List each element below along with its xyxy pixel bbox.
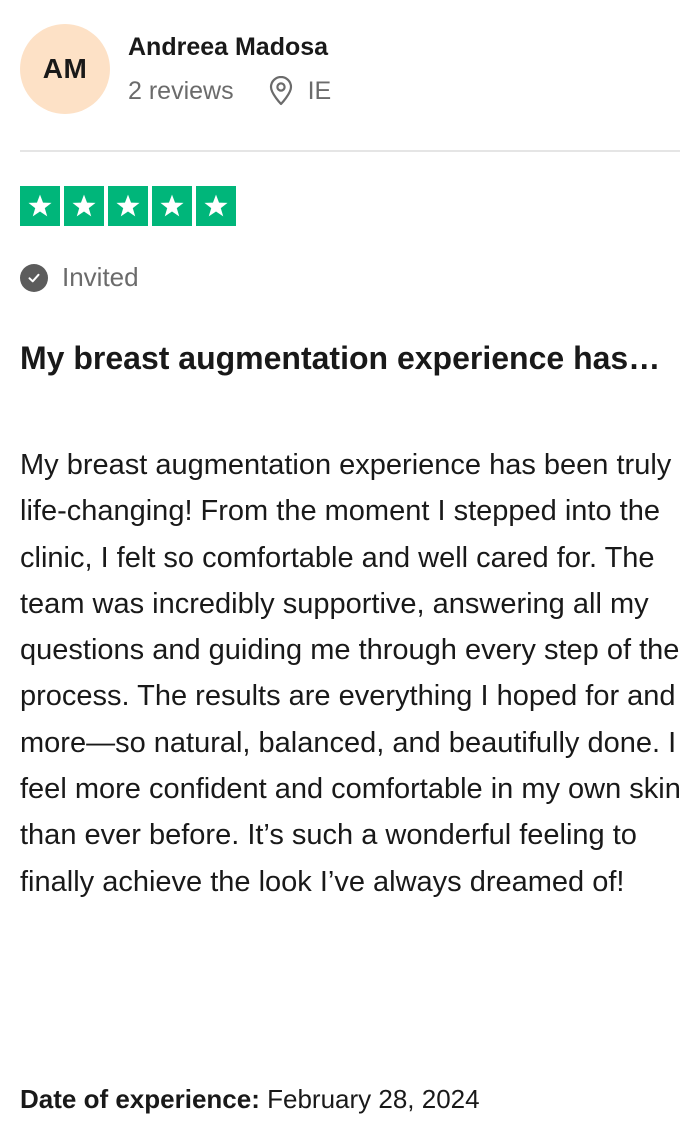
date-of-experience-label: Date of experience: (20, 1084, 260, 1114)
star-icon (108, 186, 148, 226)
star-icon (20, 186, 60, 226)
invited-badge[interactable]: Invited (20, 262, 139, 293)
star-rating (20, 186, 236, 226)
star-icon (64, 186, 104, 226)
date-of-experience-value: February 28, 2024 (267, 1084, 480, 1114)
reviewer-meta: 2 reviews IE (128, 76, 331, 106)
check-circle-icon (20, 263, 48, 292)
reviewer-country: IE (307, 77, 332, 105)
invited-label: Invited (62, 262, 139, 292)
review-count: 2 reviews (128, 77, 234, 105)
date-of-experience: Date of experience: February 28, 2024 (20, 1082, 480, 1116)
reviewer-name[interactable]: Andreea Madosa (128, 32, 331, 62)
star-icon (196, 186, 236, 226)
location-pin-icon (268, 76, 294, 106)
reviewer-info: Andreea Madosa 2 reviews IE (128, 32, 331, 106)
reviewer-header: AM Andreea Madosa 2 reviews IE (20, 24, 331, 114)
divider (20, 150, 680, 152)
star-icon (152, 186, 192, 226)
review-body: My breast augmentation experience has be… (20, 449, 681, 898)
review-card: AM Andreea Madosa 2 reviews IE Invited M… (0, 0, 700, 1134)
review-title[interactable]: My breast augmentation experience has… (20, 336, 680, 380)
avatar[interactable]: AM (20, 24, 110, 114)
